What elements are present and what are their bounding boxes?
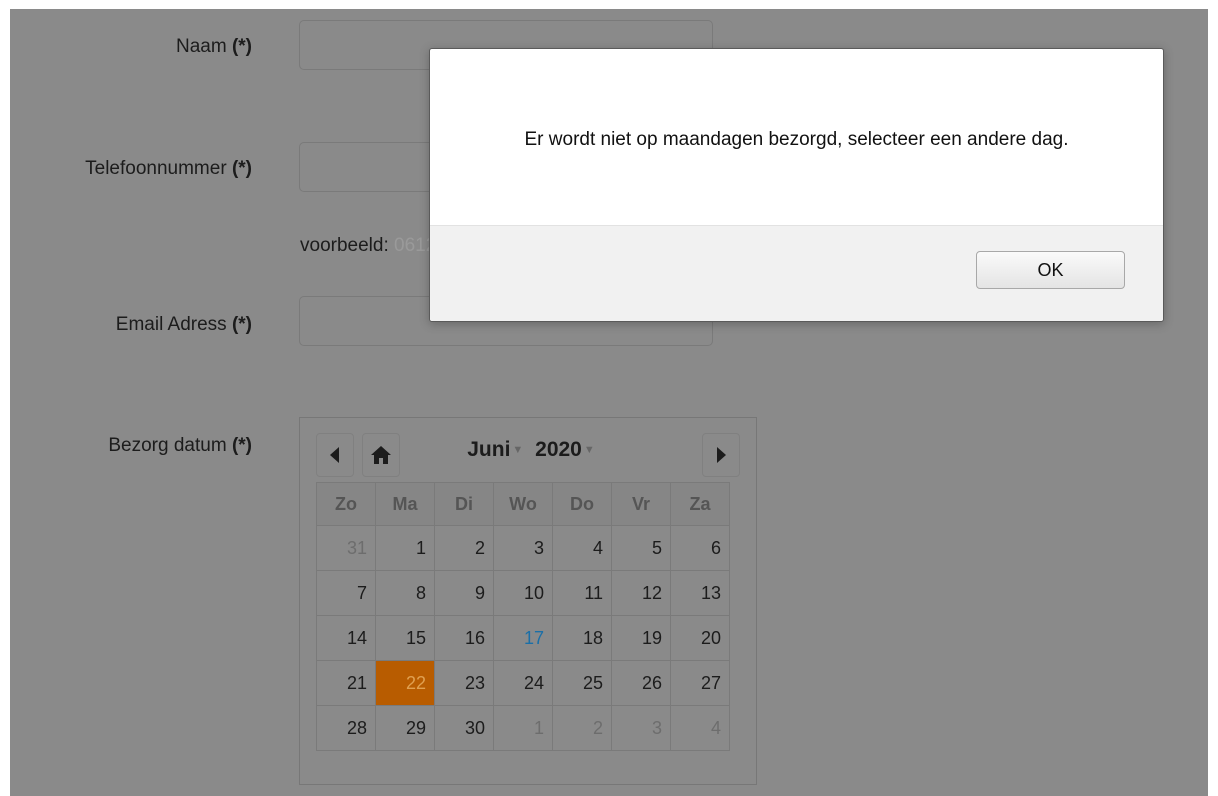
calendar-day[interactable]: 2 [552,705,612,751]
calendar-week-row: 21 22 23 24 25 26 27 [316,660,730,706]
calendar-day[interactable]: 7 [316,570,376,616]
weekday-header-row: Zo Ma Di Wo Do Vr Za [316,482,730,526]
calendar-day[interactable]: 26 [611,660,671,706]
calendar-day[interactable]: 19 [611,615,671,661]
calendar-week-row: 7 8 9 10 11 12 13 [316,570,730,616]
calendar-day[interactable]: 8 [375,570,435,616]
calendar-day[interactable]: 11 [552,570,612,616]
calendar-day[interactable]: 31 [316,525,376,571]
calendar-day[interactable]: 29 [375,705,435,751]
calendar-day[interactable]: 21 [316,660,376,706]
weekday-header: Di [434,482,494,526]
weekday-header: Vr [611,482,671,526]
calendar-day-today[interactable]: 17 [493,615,553,661]
calendar-day[interactable]: 15 [375,615,435,661]
calendar-day[interactable]: 12 [611,570,671,616]
calendar-day[interactable]: 2 [434,525,494,571]
calendar-day[interactable]: 27 [670,660,730,706]
alert-dialog: Er wordt niet op maandagen bezorgd, sele… [429,48,1164,322]
weekday-header: Ma [375,482,435,526]
calendar-day[interactable]: 10 [493,570,553,616]
date-label: Bezorg datum (*) [108,435,252,456]
calendar-title: Juni ▼ 2020 ▼ [300,438,758,462]
name-label: Naam (*) [175,36,252,57]
calendar-day-selected[interactable]: 22 [375,660,435,706]
calendar-day[interactable]: 25 [552,660,612,706]
phone-label: Telefoonnummer (*) [85,158,252,179]
calendar-day[interactable]: 30 [434,705,494,751]
calendar-day[interactable]: 18 [552,615,612,661]
calendar-day[interactable]: 28 [316,705,376,751]
calendar-week-row: 14 15 16 17 18 19 20 [316,615,730,661]
ok-button[interactable]: OK [976,251,1125,289]
weekday-header: Wo [493,482,553,526]
triangle-right-icon [717,447,726,463]
calendar-day[interactable]: 20 [670,615,730,661]
weekday-header: Za [670,482,730,526]
calendar-day[interactable]: 1 [375,525,435,571]
year-caret-icon: ▼ [583,444,595,457]
calendar-day[interactable]: 3 [493,525,553,571]
alert-message: Er wordt niet op maandagen bezorgd, sele… [524,129,1069,150]
month-select[interactable]: Juni [467,438,510,461]
calendar-week-row: 31 1 2 3 4 5 6 [316,525,730,571]
calendar-grid: Zo Ma Di Wo Do Vr Za 31 1 2 3 4 5 6 7 8 … [316,482,730,751]
calendar-day[interactable]: 14 [316,615,376,661]
calendar-day[interactable]: 23 [434,660,494,706]
alert-footer: OK [430,225,1163,321]
weekday-header: Do [552,482,612,526]
next-month-button[interactable] [702,433,740,477]
weekday-header: Zo [316,482,376,526]
calendar-day[interactable]: 4 [552,525,612,571]
year-select[interactable]: 2020 [535,438,582,461]
email-label: Email Adress (*) [115,314,252,335]
calendar-day[interactable]: 4 [670,705,730,751]
month-caret-icon: ▼ [512,444,524,457]
calendar-day[interactable]: 24 [493,660,553,706]
date-picker: Juni ▼ 2020 ▼ Zo Ma Di Wo Do Vr Za 31 1 … [299,417,757,785]
calendar-week-row: 28 29 30 1 2 3 4 [316,705,730,751]
calendar-day[interactable]: 9 [434,570,494,616]
calendar-day[interactable]: 6 [670,525,730,571]
calendar-day[interactable]: 1 [493,705,553,751]
calendar-day[interactable]: 5 [611,525,671,571]
calendar-day[interactable]: 13 [670,570,730,616]
calendar-day[interactable]: 3 [611,705,671,751]
calendar-day[interactable]: 16 [434,615,494,661]
